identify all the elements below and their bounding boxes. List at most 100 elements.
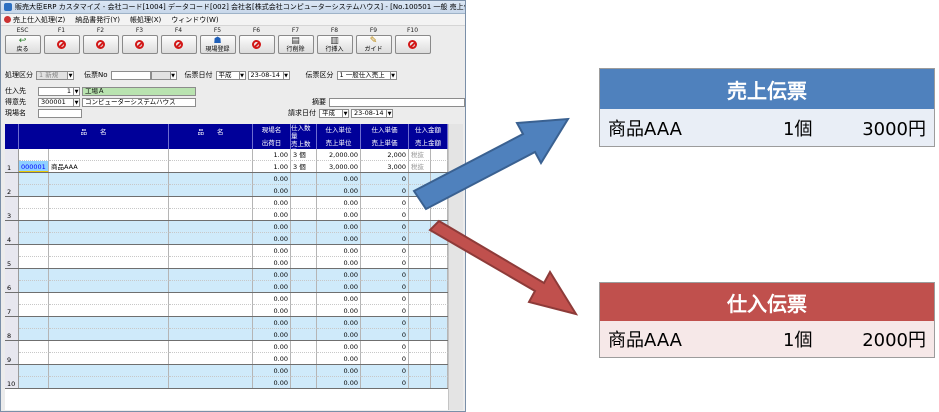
slip-era-field[interactable]: 平成 [215,70,240,80]
purchase-price-cell[interactable]: 2,000.00 [317,149,361,161]
purchase-price-cell[interactable]: 0.00 [317,317,361,329]
purchase-tax-cell[interactable] [409,341,431,353]
menu-window[interactable]: ウィンドウ(W) [171,15,218,25]
item-code-cell[interactable] [19,221,49,233]
table-row[interactable]: 9 0.00 0.00 0.00 0.00 0 0 [5,341,448,365]
fkey-button-f6[interactable] [238,35,275,54]
slip-no-dropdown[interactable]: ▼ [170,70,177,80]
purchase-qty-cell[interactable]: 1.00 [253,149,291,161]
purchase-price-cell[interactable]: 0.00 [317,245,361,257]
item-code-cell[interactable] [19,341,49,353]
purchase-qty-cell[interactable]: 0.00 [253,293,291,305]
purchase-unit-cell[interactable] [291,317,317,329]
purchase-unit-cell[interactable] [291,341,317,353]
table-row[interactable]: 6 0.00 0.00 0.00 0.00 0 0 [5,269,448,293]
slip-type-dropdown[interactable]: ▼ [390,70,397,80]
customer-dropdown[interactable]: ▼ [74,97,80,107]
item-code-cell[interactable] [19,293,49,305]
purchase-price-cell[interactable]: 0.00 [317,269,361,281]
purchase-unit-cell[interactable]: 3 個 [291,149,317,161]
purchase-price-cell[interactable]: 0.00 [317,173,361,185]
item-code-cell[interactable] [19,173,49,185]
item-name-cell[interactable] [49,173,169,185]
table-row[interactable]: 4 0.00 0.00 0.00 0.00 0 0 [5,221,448,245]
purchase-unit-cell[interactable] [291,365,317,377]
item-name-cell[interactable] [49,317,169,329]
supplier-dropdown[interactable]: ▼ [74,86,80,96]
table-row[interactable]: 7 0.00 0.00 0.00 0.00 0 0 [5,293,448,317]
grid-header-col-3[interactable]: 現場名 出荷日 [253,124,291,149]
item-name-cell[interactable] [49,221,169,233]
fkey-button-f8[interactable]: ▥ 行挿入 [316,35,353,54]
slip-type-field[interactable]: 1 一般仕入売上 [336,70,391,80]
slip-no-field[interactable] [110,70,151,80]
menu-delivery-slip[interactable]: 納品書発行(Y) [75,15,120,25]
table-row[interactable]: 3 0.00 0.00 0.00 0.00 0 0 [5,197,448,221]
table-row[interactable]: 1 000001 商品AAA 1.00 1.00 3 個3 個 2,000.00 3,000.… [5,149,448,173]
purchase-qty-cell[interactable]: 0.00 [253,245,291,257]
item-code-cell[interactable] [19,317,49,329]
table-row[interactable]: 10 0.00 0.00 0.00 0.00 0 0 [5,365,448,389]
item-name-cell[interactable] [49,245,169,257]
purchase-unit-cell[interactable] [291,173,317,185]
purchase-unit-cell[interactable] [291,293,317,305]
purchase-price-cell[interactable]: 0.00 [317,293,361,305]
billing-era-dropdown[interactable]: ▼ [343,108,349,118]
slip-date-field[interactable]: 23-08-14 [247,70,284,80]
purchase-qty-cell[interactable]: 0.00 [253,365,291,377]
item-name-cell[interactable] [49,293,169,305]
grid-header-col-5[interactable]: 仕入単位 売上単位 [317,124,361,149]
fkey-button-f2[interactable] [82,35,119,54]
purchase-qty-cell[interactable]: 0.00 [253,173,291,185]
item-code-cell[interactable] [19,197,49,209]
customer-code-field[interactable]: 300001 [38,97,74,107]
fkey-button-f9[interactable]: ✎ ガイド [355,35,392,54]
purchase-tax-cell[interactable] [409,365,431,377]
fkey-button-f7[interactable]: ▤ 行削除 [277,35,314,54]
purchase-price-cell[interactable]: 0.00 [317,221,361,233]
table-row[interactable]: 2 0.00 0.00 0.00 0.00 0 0 [5,173,448,197]
fkey-button-f4[interactable] [160,35,197,54]
purchase-qty-cell[interactable]: 0.00 [253,269,291,281]
item-name-cell[interactable] [49,269,169,281]
supplier-code-field[interactable]: 1 [38,86,74,96]
purchase-unit-cell[interactable] [291,221,317,233]
slip-no-aux-field[interactable] [150,70,171,80]
slip-date-dropdown[interactable]: ▼ [283,70,290,80]
grid-header-col-1[interactable]: 品 名 [19,124,169,149]
purchase-qty-cell[interactable]: 0.00 [253,341,291,353]
purchase-price-cell[interactable]: 0.00 [317,341,361,353]
purchase-price-cell[interactable]: 0.00 [317,197,361,209]
fkey-button-f3[interactable] [121,35,158,54]
billing-date-field[interactable]: 23-08-14 [351,108,387,118]
purchase-price-cell[interactable]: 0.00 [317,365,361,377]
menu-sales-purchase[interactable]: 売上仕入処理(Z) [4,15,65,25]
purchase-qty-cell[interactable]: 0.00 [253,197,291,209]
site-field[interactable] [38,108,82,118]
grid-header-col-2[interactable]: 品 名 [169,124,253,149]
menu-ledger[interactable]: 帳処理(X) [130,15,161,25]
slip-era-dropdown[interactable]: ▼ [239,70,246,80]
item-name-cell[interactable] [49,341,169,353]
process-type-field[interactable]: 1 新規 [36,70,68,80]
purchase-amount-cell[interactable]: 0 [361,365,409,377]
item-name-cell[interactable] [49,197,169,209]
fkey-button-f1[interactable] [43,35,80,54]
item-name-cell[interactable] [49,365,169,377]
process-type-dropdown[interactable]: ▼ [68,70,74,80]
item-code-cell[interactable] [19,245,49,257]
billing-date-dropdown[interactable]: ▼ [387,108,393,118]
table-row[interactable]: 5 0.00 0.00 0.00 0.00 0 0 [5,245,448,269]
purchase-amount-cell[interactable]: 0 [361,341,409,353]
purchase-qty-cell[interactable]: 0.00 [253,317,291,329]
fkey-button-f5[interactable]: ☗ 現場登録 [199,35,236,54]
billing-era-field[interactable]: 平成 [319,108,343,118]
grid-header-col-4[interactable]: 仕入数量売上数量 [291,124,317,156]
purchase-qty-cell[interactable]: 0.00 [253,221,291,233]
fkey-button-f10[interactable] [394,35,431,54]
purchase-unit-cell[interactable] [291,269,317,281]
purchase-unit-cell[interactable] [291,245,317,257]
fkey-button-esc[interactable]: ↩ 戻る [4,35,41,54]
item-code-cell[interactable] [19,269,49,281]
table-row[interactable]: 8 0.00 0.00 0.00 0.00 0 0 [5,317,448,341]
